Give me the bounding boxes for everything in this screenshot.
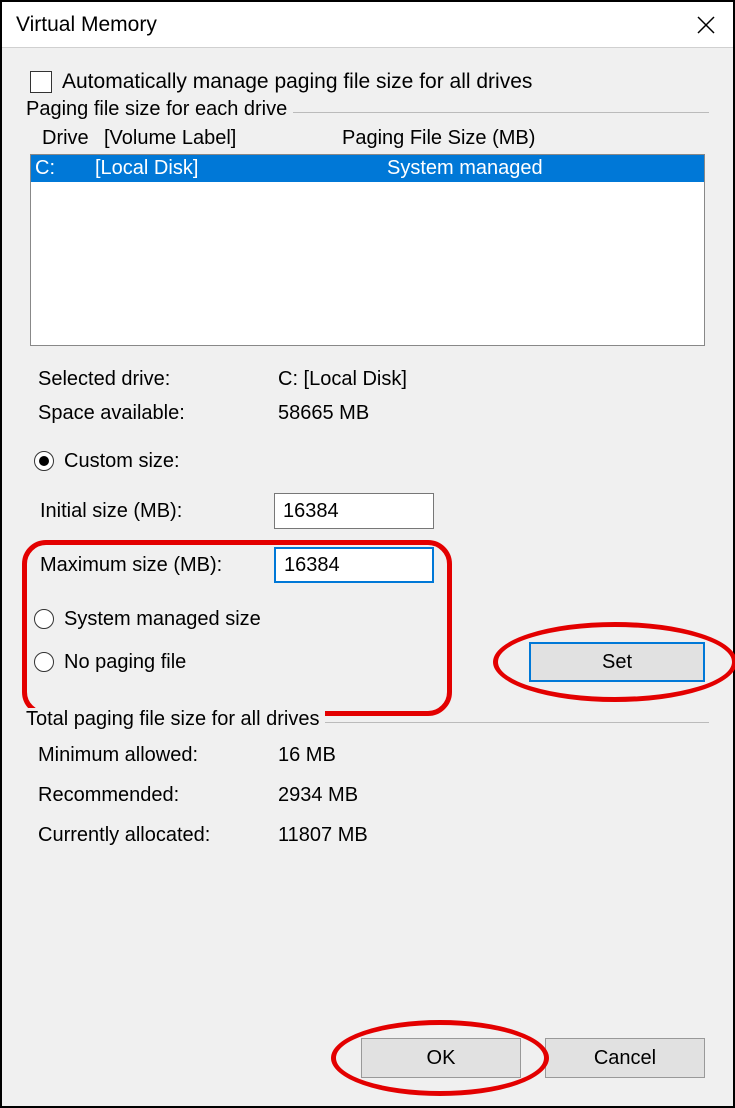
selected-drive-value: C: [Local Disk] xyxy=(278,362,705,396)
auto-manage-row: Automatically manage paging file size fo… xyxy=(30,70,709,94)
selected-drive-info: Selected drive: C: [Local Disk] Space av… xyxy=(38,362,705,430)
custom-size-inputs: Initial size (MB): Maximum size (MB): xyxy=(40,484,709,592)
header-paging-size: Paging File Size (MB) xyxy=(342,127,701,150)
total-paging-group: Total paging file size for all drives Mi… xyxy=(26,722,709,855)
maximum-size-input[interactable] xyxy=(274,547,434,583)
auto-manage-checkbox[interactable] xyxy=(30,71,52,93)
system-managed-radio-row: System managed size xyxy=(34,602,709,636)
no-paging-radio[interactable] xyxy=(34,652,54,672)
close-icon xyxy=(697,16,715,34)
initial-size-input[interactable] xyxy=(274,493,434,529)
totals: Minimum allowed: 16 MB Recommended: 2934… xyxy=(38,735,705,855)
drive-row[interactable]: C: [Local Disk] System managed xyxy=(31,155,704,182)
custom-size-radio-row: Custom size: xyxy=(34,444,709,478)
drive-list-wrap: Drive [Volume Label] Paging File Size (M… xyxy=(30,127,705,346)
header-drive: Drive xyxy=(42,127,104,150)
no-paging-and-set-row: No paging file Set xyxy=(34,642,709,682)
paging-per-drive-legend: Paging file size for each drive xyxy=(26,98,293,121)
ok-button[interactable]: OK xyxy=(361,1038,521,1078)
currently-allocated-label: Currently allocated: xyxy=(38,815,278,855)
dialog-content: Automatically manage paging file size fo… xyxy=(2,48,733,1020)
titlebar: Virtual Memory xyxy=(2,2,733,48)
no-paging-label: No paging file xyxy=(64,651,186,674)
drive-list[interactable]: C: [Local Disk] System managed xyxy=(30,154,705,346)
system-managed-radio[interactable] xyxy=(34,609,54,629)
custom-size-radio[interactable] xyxy=(34,451,54,471)
currently-allocated-value: 11807 MB xyxy=(278,815,705,855)
custom-size-block: Custom size: Initial size (MB): Maximum … xyxy=(26,444,709,592)
auto-manage-label: Automatically manage paging file size fo… xyxy=(62,70,532,94)
total-paging-legend: Total paging file size for all drives xyxy=(26,708,325,731)
close-button[interactable] xyxy=(693,12,719,38)
custom-size-label: Custom size: xyxy=(64,444,180,478)
initial-size-label: Initial size (MB): xyxy=(40,500,274,523)
set-button[interactable]: Set xyxy=(529,642,705,682)
min-allowed-label: Minimum allowed: xyxy=(38,735,278,775)
drive-list-header: Drive [Volume Label] Paging File Size (M… xyxy=(30,127,705,154)
maximum-size-label: Maximum size (MB): xyxy=(40,554,274,577)
cancel-button[interactable]: Cancel xyxy=(545,1038,705,1078)
paging-per-drive-group: Paging file size for each drive Drive [V… xyxy=(26,112,709,682)
recommended-value: 2934 MB xyxy=(278,775,705,815)
system-managed-label: System managed size xyxy=(64,602,261,636)
drive-paging-size: System managed xyxy=(387,157,700,180)
virtual-memory-dialog: Virtual Memory Automatically manage pagi… xyxy=(0,0,735,1108)
dialog-footer: OK Cancel xyxy=(2,1020,733,1106)
header-volume-label: [Volume Label] xyxy=(104,127,342,150)
window-title: Virtual Memory xyxy=(16,13,157,37)
min-allowed-value: 16 MB xyxy=(278,735,705,775)
drive-volume-label: [Local Disk] xyxy=(95,157,387,180)
selected-drive-label: Selected drive: xyxy=(38,362,278,396)
space-available-label: Space available: xyxy=(38,396,278,430)
recommended-label: Recommended: xyxy=(38,775,278,815)
drive-letter: C: xyxy=(35,157,95,180)
space-available-value: 58665 MB xyxy=(278,396,705,430)
